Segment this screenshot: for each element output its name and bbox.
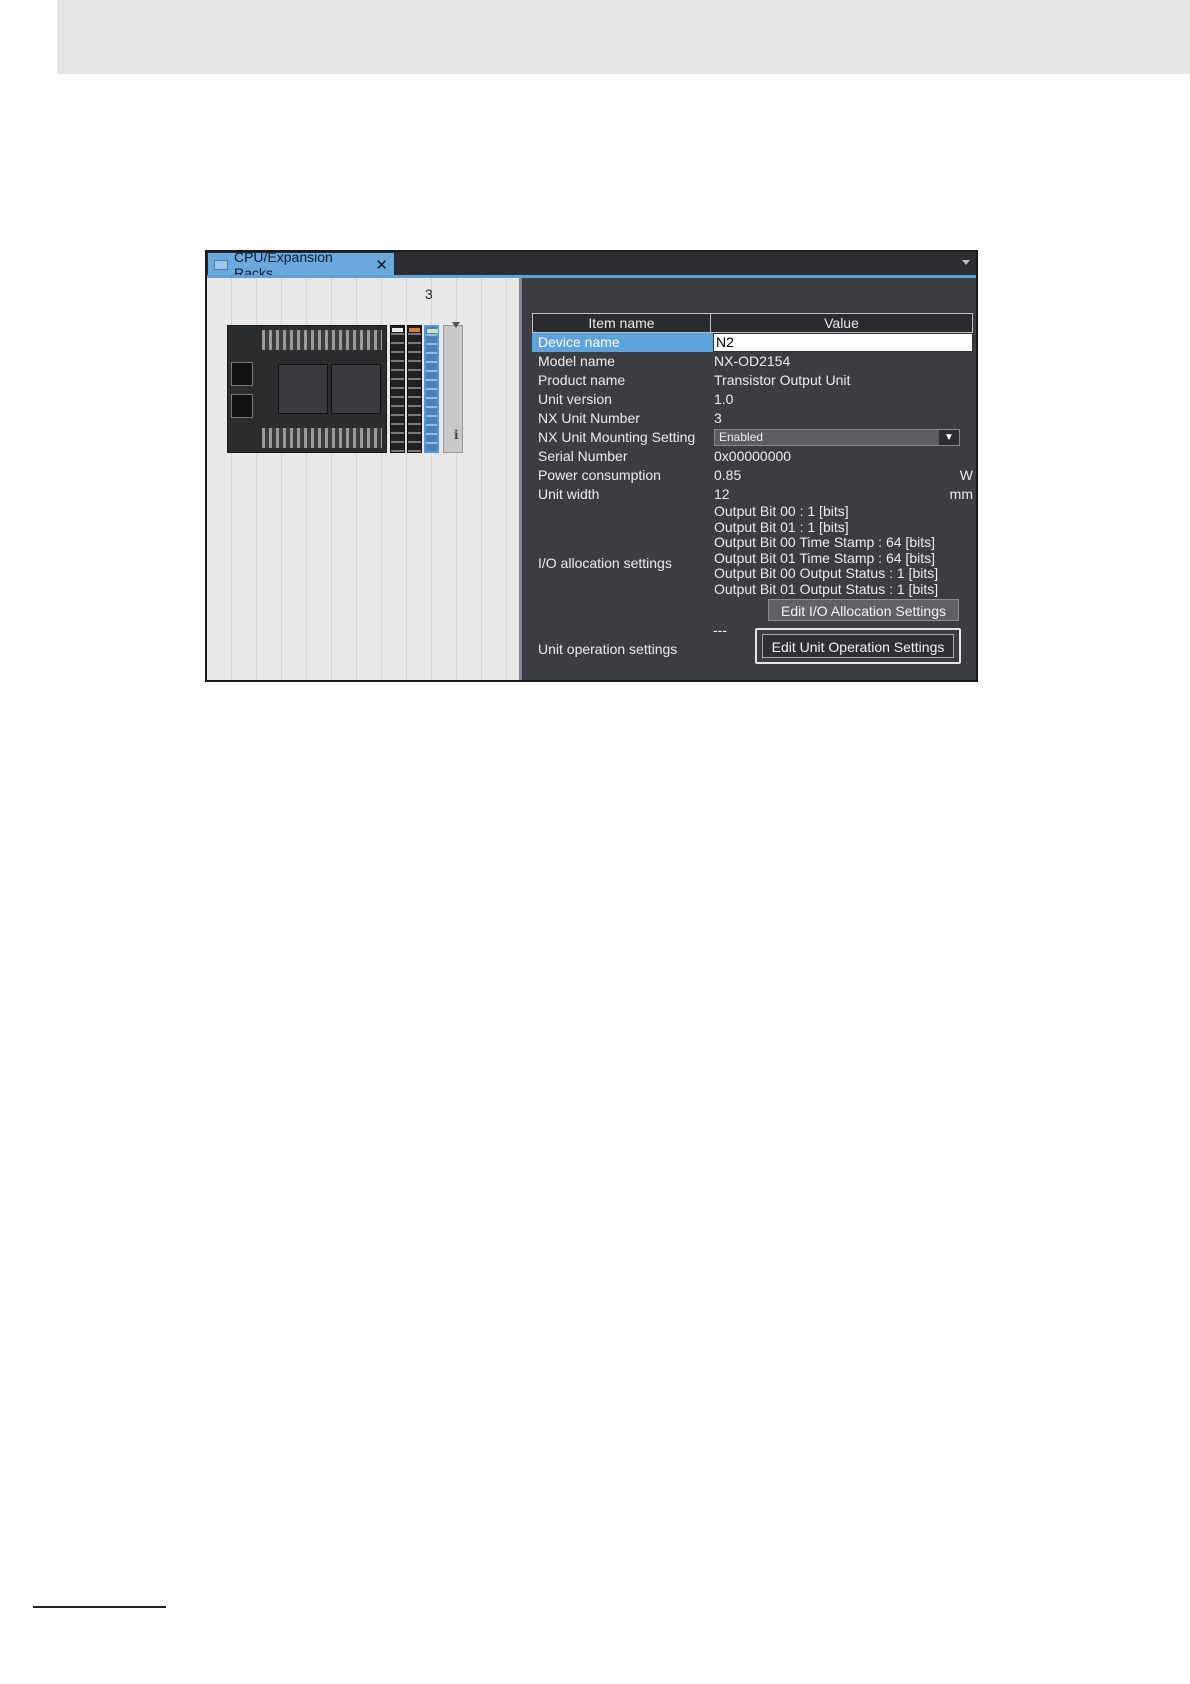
io-allocation-line: Output Bit 00 Time Stamp : 64 [bits] bbox=[714, 534, 935, 550]
row-value: Transistor Output Unit bbox=[714, 372, 851, 388]
table-row: NX Unit Number 3 bbox=[532, 409, 973, 428]
terminal-block-top bbox=[262, 330, 382, 350]
row-value: 1.0 bbox=[714, 391, 734, 407]
chevron-down-icon[interactable] bbox=[452, 322, 460, 328]
dropdown-arrow-icon[interactable]: ▼ bbox=[939, 430, 959, 445]
table-row: Power consumption 0.85 W bbox=[532, 466, 973, 485]
table-header: Item name Value bbox=[532, 313, 973, 333]
row-name: NX Unit Mounting Setting bbox=[538, 429, 696, 445]
button-focus-frame: Edit Unit Operation Settings bbox=[755, 628, 961, 664]
info-icon[interactable]: i bbox=[454, 428, 459, 442]
table-row[interactable]: Device name N2 bbox=[532, 333, 973, 352]
table-row: Product name Transistor Output Unit bbox=[532, 371, 973, 390]
column-header-item-name: Item name bbox=[533, 314, 711, 332]
unit-operation-value: --- Edit Unit Operation Settings bbox=[713, 622, 973, 672]
table-row: NX Unit Mounting Setting Enabled ▼ bbox=[532, 428, 973, 447]
edit-io-allocation-button[interactable]: Edit I/O Allocation Settings bbox=[768, 599, 959, 621]
tab-cpu-expansion-racks[interactable]: CPU/Expansion Racks ✕ bbox=[208, 252, 394, 281]
row-name: Device name bbox=[532, 333, 713, 352]
cpu-panel-left bbox=[278, 364, 328, 414]
row-name: I/O allocation settings bbox=[538, 555, 672, 571]
nx-unit-1[interactable] bbox=[390, 325, 405, 453]
rack-canvas[interactable]: 3 i bbox=[207, 278, 519, 680]
slot-number-label: 3 bbox=[425, 286, 433, 302]
terminal-block-bottom bbox=[262, 428, 382, 448]
row-value-cell: 0.85 W bbox=[713, 466, 973, 485]
io-allocation-line: Output Bit 01 Output Status : 1 [bits] bbox=[714, 580, 939, 597]
row-name: Unit width bbox=[538, 486, 600, 502]
page-header-band bbox=[57, 0, 1190, 74]
row-value: 12 bbox=[714, 486, 730, 502]
unit-suffix: W bbox=[959, 467, 973, 483]
row-value: NX-OD2154 bbox=[714, 353, 791, 369]
close-icon[interactable]: ✕ bbox=[375, 256, 388, 274]
nx-unit-2[interactable] bbox=[407, 325, 422, 453]
unit-suffix: mm bbox=[949, 486, 973, 502]
row-name: Product name bbox=[538, 372, 626, 388]
row-value: 3 bbox=[714, 410, 722, 426]
rack-tab-icon bbox=[214, 260, 228, 270]
io-allocation-row: I/O allocation settings Output Bit 00 : … bbox=[532, 503, 973, 622]
table-row: Unit width 12 mm bbox=[532, 485, 973, 504]
chevron-down-icon[interactable] bbox=[962, 260, 970, 265]
end-cover bbox=[443, 325, 463, 453]
row-name: Unit version bbox=[538, 391, 612, 407]
tab-bar: CPU/Expansion Racks ✕ bbox=[207, 252, 976, 281]
select-value: Enabled bbox=[719, 430, 764, 444]
ethernet-port-2 bbox=[231, 394, 253, 418]
unit-indicator bbox=[392, 328, 403, 332]
column-header-value: Value bbox=[824, 315, 859, 331]
row-value-cell: 12 mm bbox=[713, 485, 973, 504]
ethernet-ports bbox=[231, 362, 257, 422]
row-name: Power consumption bbox=[538, 467, 661, 483]
footer-rule bbox=[33, 1606, 166, 1608]
cpu-panel-right bbox=[331, 364, 381, 414]
mounting-setting-select[interactable]: Enabled ▼ bbox=[714, 429, 960, 446]
unit-indicator bbox=[409, 328, 420, 332]
io-allocation-line: Output Bit 01 Time Stamp : 64 [bits] bbox=[714, 549, 935, 566]
io-allocation-line: Output Bit 00 : 1 [bits] bbox=[714, 503, 849, 519]
row-name: Serial Number bbox=[538, 448, 628, 464]
device-name-input[interactable]: N2 bbox=[713, 333, 973, 352]
table-row: Model name NX-OD2154 bbox=[532, 352, 973, 371]
ethernet-port-1 bbox=[231, 362, 253, 386]
edit-unit-operation-button[interactable]: Edit Unit Operation Settings bbox=[762, 634, 954, 658]
io-allocation-line: Output Bit 01 : 1 [bits] bbox=[714, 518, 849, 535]
row-value: 0x00000000 bbox=[714, 448, 792, 464]
row-value-cell: Enabled ▼ bbox=[713, 428, 973, 447]
properties-table: Item name Value Device name N2 Model nam… bbox=[532, 313, 973, 672]
row-value: 0.85 bbox=[714, 467, 742, 483]
nx-unit-3-selected[interactable] bbox=[424, 325, 439, 453]
io-allocation-line: Output Bit 00 Output Status : 1 [bits] bbox=[714, 565, 939, 581]
row-name: Unit operation settings bbox=[538, 641, 678, 657]
table-row: Serial Number 0x00000000 bbox=[532, 447, 973, 466]
cpu-expansion-racks-window: CPU/Expansion Racks ✕ 3 i Item name Valu… bbox=[205, 250, 978, 682]
unit-operation-row: Unit operation settings --- Edit Unit Op… bbox=[532, 622, 973, 672]
cpu-unit[interactable] bbox=[227, 325, 387, 453]
row-name: NX Unit Number bbox=[538, 410, 640, 426]
io-allocation-value: Output Bit 00 : 1 [bits] Output Bit 01 :… bbox=[713, 503, 973, 622]
table-row: Unit version 1.0 bbox=[532, 390, 973, 409]
unit-indicator bbox=[427, 329, 438, 333]
unit-properties-panel: Item name Value Device name N2 Model nam… bbox=[522, 278, 976, 680]
row-name: Model name bbox=[538, 353, 616, 369]
